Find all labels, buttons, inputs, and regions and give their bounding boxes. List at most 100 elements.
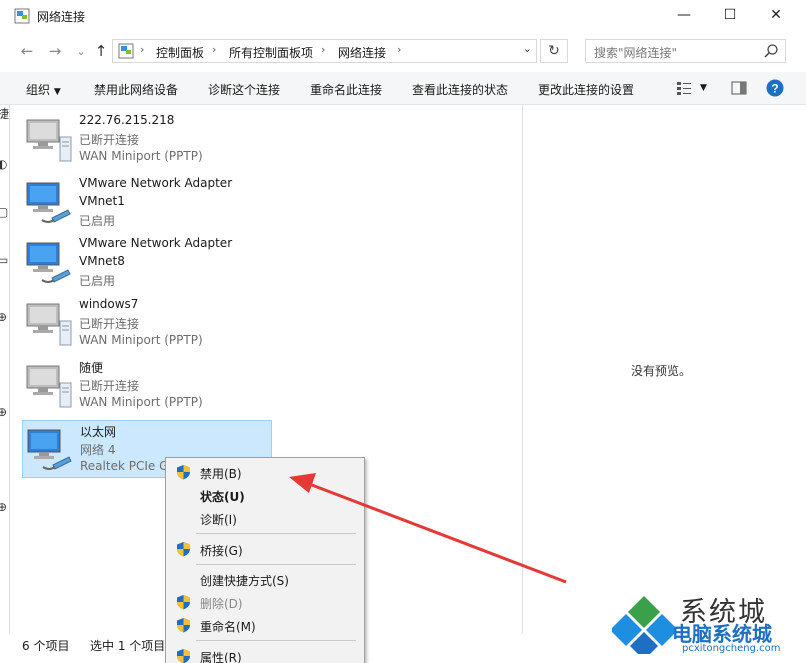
connection-item[interactable]: 随便 已断开连接 WAN Miniport (PPTP) [22,357,272,415]
connection-name: 222.76.215.218 [79,113,175,127]
breadcrumb-separator-icon: › [397,43,402,56]
connection-device: 已启用 [79,274,116,288]
connection-item[interactable]: 222.76.215.218 已断开连接 WAN Miniport (PPTP) [22,111,272,169]
connection-device: 已启用 [79,214,116,228]
menu-separator [196,640,356,641]
nav-pane-glyph: ▢ [0,205,9,219]
up-arrow-icon[interactable]: ↑ [90,40,112,62]
wan-connection-icon [26,365,72,408]
diagnose-connection-button[interactable]: 诊断这个连接 [208,81,280,98]
selected-count: 选中 1 个项目 [90,639,166,653]
connection-device: WAN Miniport (PPTP) [79,149,203,163]
rename-connection-button[interactable]: 重命名此连接 [310,81,382,98]
connection-name: windows7 [79,297,139,311]
connection-item[interactable]: VMware Network Adapter VMnet8 已启用 [22,234,272,292]
menu-item-delete[interactable]: 删除(D) [166,591,364,613]
nav-pane-glyph: ▭ [0,253,9,267]
breadcrumb-control-panel[interactable]: 控制面板 [156,44,204,61]
menu-item-disable[interactable]: 禁用(B) [166,461,364,483]
search-icon [764,44,778,58]
refresh-icon: ↻ [548,43,560,59]
help-icon[interactable]: ? [766,79,784,97]
menu-separator [196,564,356,565]
breadcrumb-separator-icon: › [140,43,145,56]
uac-shield-icon [177,618,190,633]
view-options-icon[interactable] [676,80,692,96]
lan-connection-icon [26,242,71,283]
connection-item[interactable]: windows7 已断开连接 WAN Miniport (PPTP) [22,295,272,353]
connection-item[interactable]: VMware Network Adapter VMnet1 已启用 [22,174,272,232]
nav-pane-glyph: ◐ [0,157,8,171]
nav-pane-glyph: ⊕ [0,310,8,324]
network-connections-icon [14,8,30,24]
connection-name: 随便 [79,361,104,375]
menu-item-properties[interactable]: 属性(R) [166,645,364,663]
address-dropdown-chevron-icon[interactable]: ⌄ [523,42,532,55]
connection-status: 网络 4 [80,443,116,457]
uac-shield-icon [177,649,190,663]
connection-name: VMware Network Adapter [79,176,233,190]
wan-connection-icon [26,303,72,346]
breadcrumb-network-connections[interactable]: 网络连接 [338,44,386,61]
breadcrumb-separator-icon: › [212,43,217,56]
menu-item-status[interactable]: 状态(U) [166,484,364,506]
close-button[interactable]: ✕ [753,0,799,30]
search-placeholder: 搜索"网络连接" [594,46,678,60]
lan-connection-icon [26,182,71,223]
connection-status: VMnet8 [79,254,125,268]
connection-name: 以太网 [80,425,117,439]
address-bar[interactable]: › 控制面板 › 所有控制面板项 › 网络连接 › ⌄ [112,39,537,63]
search-input[interactable]: 搜索"网络连接" [585,39,786,63]
change-settings-button[interactable]: 更改此连接的设置 [538,81,634,98]
nav-pane-glyph: ⊕ [0,500,8,514]
svg-text:?: ? [771,82,778,96]
item-count: 6 个项目 [22,639,70,653]
menu-item-diagnose[interactable]: 诊断(I) [166,507,364,529]
menu-separator [196,533,356,534]
disable-device-button[interactable]: 禁用此网络设备 [94,81,178,98]
menu-item-create-shortcut[interactable]: 创建快捷方式(S) [166,568,364,590]
preview-pane-icon[interactable] [731,80,747,96]
menu-item-rename[interactable]: 重命名(M) [166,614,364,636]
nav-pane-glyph: 捷 [0,107,10,121]
watermark-url: pcxitongcheng.com [682,643,781,654]
forward-arrow-icon[interactable]: → [44,40,66,62]
menu-item-bridge[interactable]: 桥接(G) [166,538,364,560]
nav-pane-glyph: ⊕ [0,405,8,419]
control-panel-icon [118,43,134,59]
recent-locations-chevron-icon[interactable]: ⌄ [70,40,92,62]
back-arrow-icon[interactable]: ← [16,40,38,62]
maximize-button[interactable]: ☐ [707,0,753,30]
connection-device: Realtek PCIe G [80,459,169,473]
connection-status: 已断开连接 [79,133,140,147]
address-row: ← → ⌄ ↑ › 控制面板 › 所有控制面板项 › 网络连接 › ⌄ ↻ 搜索… [0,34,806,68]
breadcrumb-separator-icon: › [321,43,326,56]
breadcrumb-all-items[interactable]: 所有控制面板项 [229,44,313,61]
context-menu: 禁用(B) 状态(U) 诊断(I) 桥接(G) 创建快捷方式(S) 删除(D) … [165,457,365,663]
watermark-logo-icon [612,596,676,654]
view-dropdown-triangle-icon[interactable]: ▼ [700,83,707,93]
connection-status: VMnet1 [79,194,125,208]
window-title: 网络连接 [37,10,86,24]
uac-shield-icon [177,542,190,557]
wan-connection-icon [26,119,72,162]
connection-name: VMware Network Adapter [79,236,233,250]
watermark: 系统城 电脑系统城 pcxitongcheng.com [612,588,806,663]
navigation-pane[interactable]: 捷 ◐ ▢ ▭ ⊕ ⊕ ⊕ [0,105,10,633]
connection-status: 已断开连接 [79,379,140,393]
view-status-button[interactable]: 查看此连接的状态 [412,81,508,98]
preview-empty-text: 没有预览。 [631,364,692,378]
connection-status: 已断开连接 [79,317,140,331]
connection-device: WAN Miniport (PPTP) [79,395,203,409]
lan-connection-icon [27,429,72,470]
command-bar: 组织 ▼ 禁用此网络设备 诊断这个连接 重命名此连接 查看此连接的状态 更改此连… [0,72,806,105]
organize-menu[interactable]: 组织 ▼ [26,81,61,98]
pane-divider[interactable] [522,105,523,633]
title-bar: 网络连接 — ☐ ✕ [0,0,806,32]
dropdown-triangle-icon: ▼ [53,87,61,97]
connection-device: WAN Miniport (PPTP) [79,333,203,347]
minimize-button[interactable]: — [661,0,707,30]
uac-shield-icon [177,465,190,480]
uac-shield-icon [177,595,190,610]
refresh-button[interactable]: ↻ [540,39,568,63]
